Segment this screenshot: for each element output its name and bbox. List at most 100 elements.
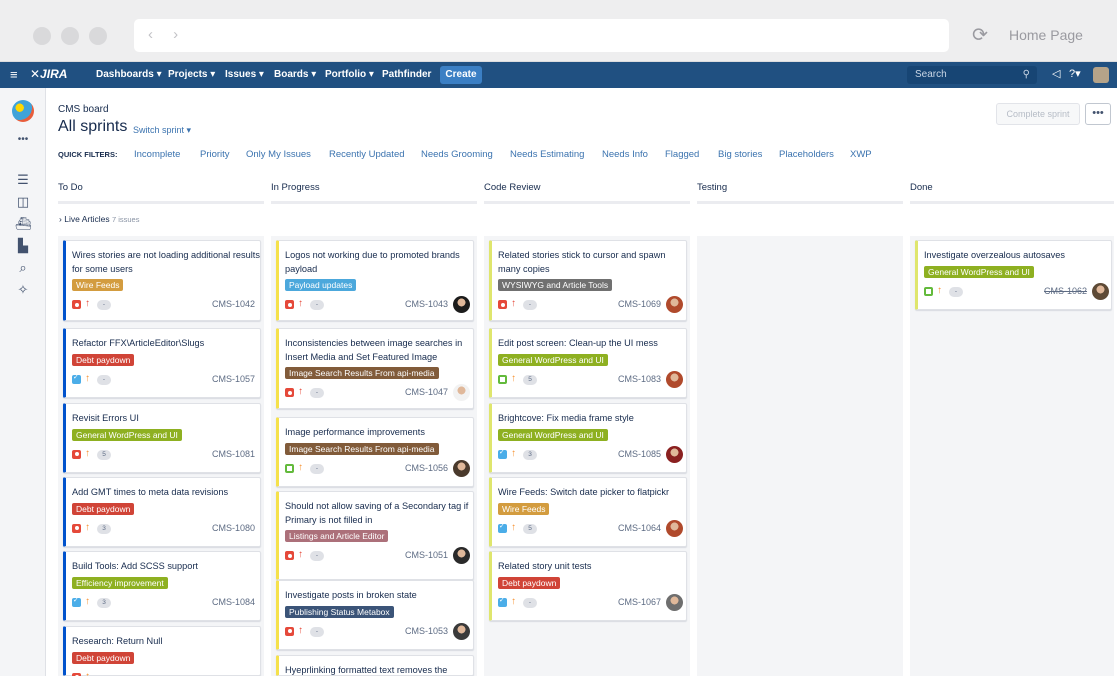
issues-search-icon[interactable]: ⌕ <box>14 260 32 276</box>
nav-dashboards[interactable]: Dashboards ▾ <box>96 69 162 80</box>
filter-needs-grooming[interactable]: Needs Grooming <box>421 149 493 160</box>
components-icon[interactable]: ✧ <box>14 282 32 298</box>
window-close-button[interactable] <box>33 27 51 45</box>
swimlane-header[interactable]: › Live Articles 7 issues <box>59 214 139 224</box>
issue-card[interactable]: Brightcove: Fix media frame style General… <box>489 403 687 473</box>
backlog-icon[interactable]: ☰ <box>14 172 32 188</box>
issue-key-link[interactable]: CMS-1056 <box>405 463 448 473</box>
issue-key-link[interactable]: CMS-1084 <box>212 597 255 607</box>
issue-card[interactable]: Revisit Errors UI General WordPress and U… <box>63 403 261 473</box>
home-page-label[interactable]: Home Page <box>1009 27 1083 43</box>
epic-label[interactable]: WYSIWYG and Article Tools <box>498 279 613 291</box>
window-maximize-button[interactable] <box>89 27 107 45</box>
assignee-avatar[interactable] <box>666 296 683 313</box>
issue-card[interactable]: Hyeprlinking formatted text removes the <box>276 655 474 676</box>
issue-key-link[interactable]: CMS-1047 <box>405 387 448 397</box>
issue-key-link[interactable]: CMS-1064 <box>618 523 661 533</box>
help-icon[interactable]: ?▾ <box>1069 67 1081 80</box>
issue-card[interactable]: Refactor FFX\ArticleEditor\Slugs Debt pay… <box>63 328 261 398</box>
epic-label[interactable]: Payload updates <box>285 279 357 291</box>
epic-label[interactable]: Efficiency improvement <box>72 576 168 589</box>
nav-portfolio[interactable]: Portfolio ▾ <box>325 69 374 80</box>
epic-label[interactable]: Debt paydown <box>72 353 135 366</box>
board-more-button[interactable]: ••• <box>1085 103 1111 125</box>
complete-sprint-button[interactable]: Complete sprint <box>996 103 1080 125</box>
reports-icon[interactable]: ▙ <box>14 238 32 254</box>
assignee-avatar[interactable] <box>666 445 683 463</box>
address-bar[interactable]: ‹ › <box>134 19 949 52</box>
issue-key-link[interactable]: CMS-1080 <box>212 523 255 533</box>
window-minimize-button[interactable] <box>61 27 79 45</box>
epic-label[interactable]: Debt paydown <box>498 576 561 589</box>
epic-label[interactable]: General WordPress and UI <box>924 265 1034 278</box>
filter-big-stories[interactable]: Big stories <box>718 149 762 160</box>
epic-label[interactable]: General WordPress and UI <box>72 428 182 441</box>
issue-card[interactable]: Image performance improvements Image Sear… <box>276 417 474 487</box>
issue-key-link[interactable]: CMS-1083 <box>618 374 661 384</box>
issue-key-link[interactable]: CMS-1053 <box>405 626 448 636</box>
back-forward-icon[interactable]: ‹ › <box>148 26 186 43</box>
search-input[interactable]: Search ⚲ <box>907 66 1037 84</box>
filter-only-my-issues[interactable]: Only My Issues <box>246 149 311 160</box>
nav-boards[interactable]: Boards ▾ <box>274 69 316 80</box>
issue-card[interactable]: Add GMT times to meta data revisions Debt… <box>63 477 261 547</box>
filter-xwp[interactable]: XWP <box>850 149 872 160</box>
issue-key-link[interactable]: CMS-1057 <box>212 374 255 384</box>
epic-label[interactable]: General WordPress and UI <box>498 353 608 366</box>
epic-label[interactable]: Debt paydown <box>72 651 135 664</box>
assignee-avatar[interactable] <box>453 384 470 401</box>
issue-card[interactable]: Related stories stick to cursor and spaw… <box>489 240 687 321</box>
issue-key-link[interactable]: CMS-1085 <box>618 449 661 459</box>
filter-flagged[interactable]: Flagged <box>665 149 699 160</box>
more-icon[interactable]: ••• <box>14 134 32 145</box>
switch-sprint-link[interactable]: Switch sprint ▾ <box>133 125 191 136</box>
jira-logo[interactable]: ✕JIRA <box>30 67 67 81</box>
issue-card[interactable]: Logos not working due to promoted brands… <box>276 240 474 321</box>
issue-key-link[interactable]: CMS-1043 <box>405 299 448 309</box>
filter-recently-updated[interactable]: Recently Updated <box>329 149 405 160</box>
issue-card[interactable]: Wires stories are not loading additional… <box>63 240 261 321</box>
issue-card[interactable]: Inconsistencies between image searches i… <box>276 328 474 409</box>
board-icon[interactable]: ◫ <box>14 194 32 210</box>
filter-incomplete[interactable]: Incomplete <box>134 149 180 160</box>
user-avatar[interactable] <box>1093 67 1109 83</box>
assignee-avatar[interactable] <box>666 519 683 537</box>
nav-projects[interactable]: Projects ▾ <box>168 69 215 80</box>
swimlane-toggle-icon[interactable]: › <box>59 214 62 224</box>
issue-key-link[interactable]: CMS-1062 <box>1044 286 1087 296</box>
epic-label[interactable]: Wire Feeds <box>498 502 550 515</box>
epic-label[interactable]: Debt paydown <box>72 502 135 515</box>
assignee-avatar[interactable] <box>453 622 470 640</box>
nav-issues[interactable]: Issues ▾ <box>225 69 264 80</box>
assignee-avatar[interactable] <box>453 459 470 477</box>
assignee-avatar[interactable] <box>666 370 683 388</box>
assignee-avatar[interactable] <box>453 547 470 564</box>
filter-placeholders[interactable]: Placeholders <box>779 149 834 160</box>
issue-key-link[interactable]: CMS-1081 <box>212 449 255 459</box>
issue-card[interactable]: Edit post screen: Clean-up the UI mess Ge… <box>489 328 687 398</box>
epic-label[interactable]: Wire Feeds <box>72 279 124 291</box>
assignee-avatar[interactable] <box>666 593 683 611</box>
issue-card[interactable]: Wire Feeds: Switch date picker to flatpi… <box>489 477 687 547</box>
nav-pathfinder[interactable]: Pathfinder <box>382 69 431 80</box>
assignee-avatar[interactable] <box>453 296 470 313</box>
notifications-icon[interactable]: ◁ <box>1052 67 1060 80</box>
issue-key-link[interactable]: CMS-1067 <box>618 597 661 607</box>
epic-label[interactable]: General WordPress and UI <box>498 428 608 441</box>
issue-card[interactable]: Research: Return Null Debt paydown ↑ <box>63 626 261 676</box>
issue-key-link[interactable]: CMS-1042 <box>212 299 255 309</box>
issue-card[interactable]: Build Tools: Add SCSS support Efficiency … <box>63 551 261 621</box>
project-avatar[interactable] <box>12 100 34 122</box>
issue-key-link[interactable]: CMS-1051 <box>405 550 448 560</box>
reload-icon[interactable]: ⟳ <box>972 24 988 47</box>
search-icon[interactable]: ⚲ <box>1023 69 1030 80</box>
issue-card[interactable]: Investigate posts in broken state Publish… <box>276 580 474 650</box>
epic-label[interactable]: Image Search Results From api-media <box>285 442 439 455</box>
issue-key-link[interactable]: CMS-1069 <box>618 299 661 309</box>
epic-label[interactable]: Image Search Results From api-media <box>285 367 439 379</box>
epic-label[interactable]: Listings and Article Editor <box>285 530 389 542</box>
issue-card[interactable]: Should not allow saving of a Secondary t… <box>276 491 474 580</box>
assignee-avatar[interactable] <box>1092 282 1109 300</box>
filter-needs-info[interactable]: Needs Info <box>602 149 648 160</box>
filter-needs-estimating[interactable]: Needs Estimating <box>510 149 584 160</box>
